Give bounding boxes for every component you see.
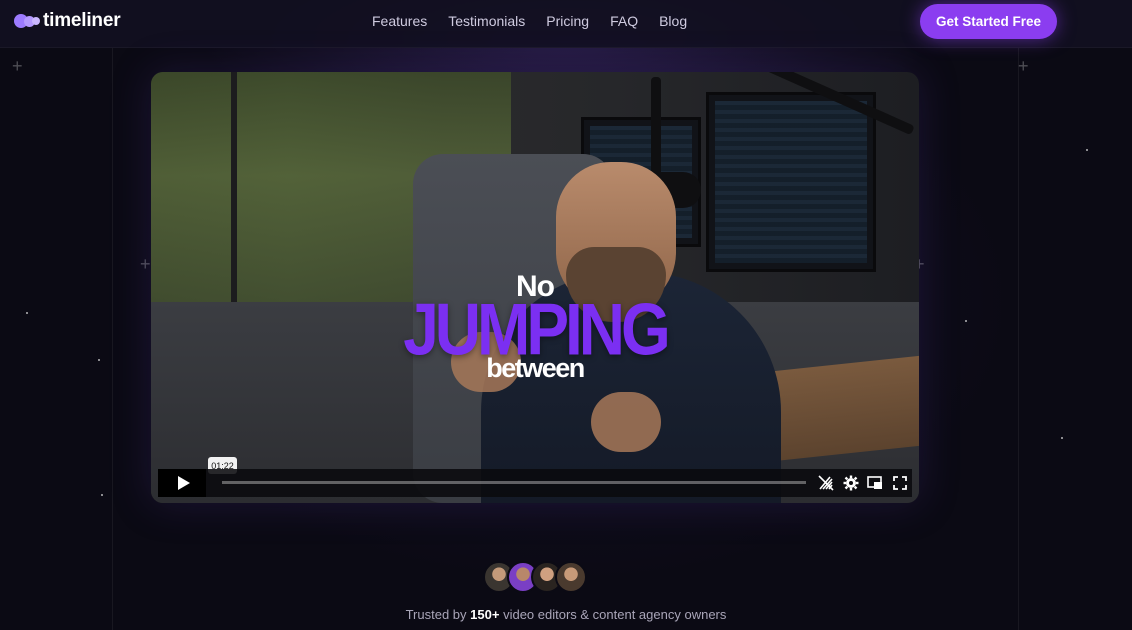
get-started-button[interactable]: Get Started Free (920, 4, 1057, 39)
plus-decoration: + (140, 254, 151, 274)
control-icons (814, 469, 912, 497)
trusted-suffix: video editors & content agency owners (503, 607, 727, 622)
main-nav: Features Testimonials Pricing FAQ Blog (372, 13, 687, 29)
picture-in-picture-icon[interactable] (866, 474, 884, 492)
caption-line-3: between (486, 353, 585, 383)
nav-faq[interactable]: FAQ (610, 13, 638, 29)
video-monitor-right (706, 92, 876, 272)
nav-testimonials[interactable]: Testimonials (448, 13, 525, 29)
avatar (555, 561, 587, 593)
star-dot (101, 494, 103, 496)
video-controls (158, 469, 912, 497)
no-captions-icon[interactable] (817, 474, 835, 492)
logo-text: timeliner (43, 10, 121, 31)
star-dot (1086, 149, 1088, 151)
video-player[interactable]: No JUMPING between 01:22 (151, 72, 919, 503)
trusted-by-text: Trusted by 150+ video editors & content … (0, 607, 1132, 622)
plus-decoration: + (12, 56, 23, 76)
trusted-count: 150+ (470, 607, 500, 622)
trusted-prefix: Trusted by (405, 607, 467, 622)
nav-pricing[interactable]: Pricing (546, 13, 589, 29)
plus-decoration: + (1018, 56, 1029, 76)
nav-features[interactable]: Features (372, 13, 427, 29)
grid-line-right (1018, 48, 1019, 630)
play-button[interactable] (158, 469, 206, 497)
star-dot (965, 320, 967, 322)
star-dot (98, 359, 100, 361)
logo-link[interactable]: timeliner (14, 10, 121, 32)
star-dot (1061, 437, 1063, 439)
nav-blog[interactable]: Blog (659, 13, 687, 29)
progress-track[interactable] (222, 481, 806, 484)
fullscreen-icon[interactable] (891, 474, 909, 492)
site-header: timeliner Features Testimonials Pricing … (0, 0, 1132, 48)
star-dot (26, 312, 28, 314)
logo-mark-icon (14, 14, 40, 28)
grid-line-left (112, 48, 113, 630)
avatar-group (483, 561, 587, 593)
play-icon (177, 476, 190, 490)
settings-gear-icon[interactable] (842, 474, 860, 492)
video-person-hand (591, 392, 661, 452)
